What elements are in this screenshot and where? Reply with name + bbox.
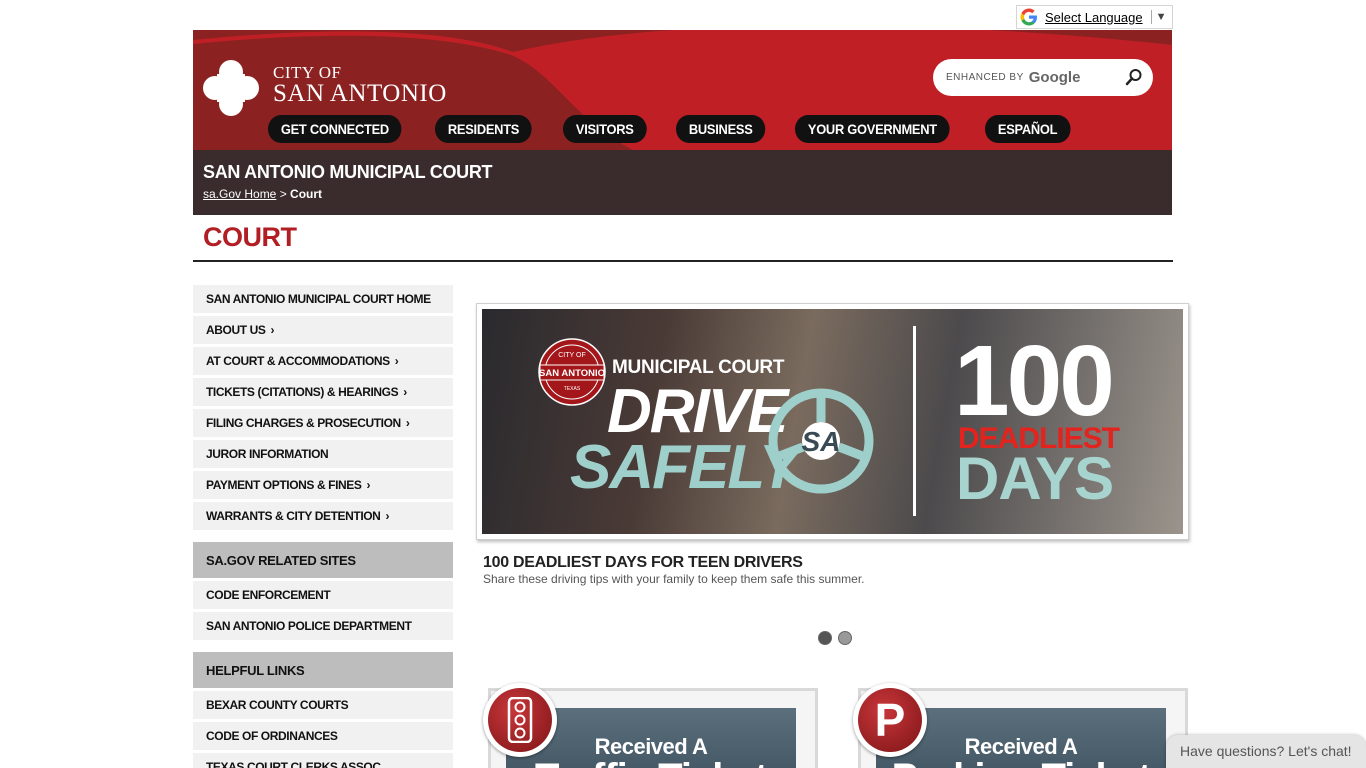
sidebar-item-label: PAYMENT OPTIONS & FINES	[206, 478, 362, 492]
slide-caption-title[interactable]: 100 DEADLIEST DAYS FOR TEEN DRIVERS	[483, 554, 803, 572]
sidebar-item-label: FILING CHARGES & PROSECUTION	[206, 416, 401, 430]
chevron-right-icon: ›	[385, 509, 390, 523]
sidebar-item-label: AT COURT & ACCOMMODATIONS	[206, 354, 390, 368]
page-title: COURT	[203, 222, 297, 252]
slide-days-text: DAYS	[956, 445, 1114, 512]
breadcrumb: sa.Gov Home > Court	[203, 187, 322, 201]
separator	[1150, 10, 1152, 24]
chevron-right-icon: ›	[366, 478, 371, 492]
breadcrumb-current: Court	[290, 187, 323, 201]
parking-badge: P	[853, 683, 927, 757]
sidebar-item-texas-court-clerks[interactable]: TEXAS COURT CLERKS ASSOC	[193, 753, 453, 768]
sidebar-item-label: SAN ANTONIO MUNICIPAL COURT HOME	[206, 292, 431, 306]
sidebar-item-label: ABOUT US	[206, 323, 266, 337]
sidebar-group-related-sites: SA.GOV RELATED SITES	[193, 542, 453, 578]
chevron-right-icon: ›	[394, 354, 399, 368]
city-logo-text[interactable]: CITY OF SAN ANTONIO	[273, 63, 447, 108]
nav-business[interactable]: BUSINESS	[675, 115, 766, 143]
seal-top-text: CITY OF	[558, 352, 585, 359]
hero-slide-image[interactable]: CITY OF SAN ANTONIO TEXAS MUNICIPAL COUR…	[482, 309, 1183, 534]
logo-line-2: SAN ANTONIO	[273, 80, 447, 107]
card-line-2: Parking Ticket	[876, 756, 1166, 768]
sidebar-item-code-enforcement[interactable]: CODE ENFORCEMENT	[193, 581, 453, 609]
sidebar-item-label: TICKETS (CITATIONS) & HEARINGS	[206, 385, 399, 399]
title-band: SAN ANTONIO MUNICIPAL COURT sa.Gov Home …	[193, 150, 1172, 215]
slide-caption-subtitle: Share these driving tips with your famil…	[483, 572, 865, 586]
sidebar-item-tickets[interactable]: TICKETS (CITATIONS) & HEARINGS ›	[193, 378, 453, 406]
steering-wheel-icon: SA	[768, 388, 874, 494]
chevron-right-icon: ›	[405, 416, 410, 430]
traffic-ticket-card[interactable]: Received A Traffic Ticket	[483, 683, 818, 768]
city-logo-icon[interactable]	[203, 60, 259, 116]
chevron-right-icon: ›	[270, 323, 275, 337]
chevron-right-icon: ›	[403, 385, 407, 399]
sidebar: SAN ANTONIO MUNICIPAL COURT HOME ABOUT U…	[193, 285, 453, 768]
page: Select Language ▼ CITY OF SAN ANTONIO EN…	[0, 0, 1366, 768]
sidebar-item-court-home[interactable]: SAN ANTONIO MUNICIPAL COURT HOME	[193, 285, 453, 313]
main-nav: GET CONNECTED RESIDENTS VISITORS BUSINES…	[268, 115, 1100, 143]
google-wordmark: Google	[1028, 69, 1081, 86]
parking-p-icon: P	[858, 688, 922, 752]
department-title: SAN ANTONIO MUNICIPAL COURT	[203, 162, 493, 182]
slide-safely-text: SAFELY	[570, 433, 800, 502]
sidebar-item-warrants[interactable]: WARRANTS & CITY DETENTION ›	[193, 502, 453, 530]
nav-visitors[interactable]: VISITORS	[562, 115, 647, 143]
breadcrumb-home-link[interactable]: sa.Gov Home	[203, 187, 276, 201]
sidebar-item-payment-options[interactable]: PAYMENT OPTIONS & FINES ›	[193, 471, 453, 499]
breadcrumb-separator: >	[276, 187, 291, 201]
sidebar-item-at-court[interactable]: AT COURT & ACCOMMODATIONS ›	[193, 347, 453, 375]
sidebar-item-code-of-ordinances[interactable]: CODE OF ORDINANCES	[193, 722, 453, 750]
slider-dot-2[interactable]	[838, 631, 852, 645]
traffic-light-badge	[483, 683, 557, 757]
sidebar-item-label: WARRANTS & CITY DETENTION	[206, 509, 381, 523]
nav-get-connected[interactable]: GET CONNECTED	[268, 115, 402, 143]
site-header: CITY OF SAN ANTONIO ENHANCED BY Google G…	[193, 30, 1172, 150]
wheel-sa-text: SA	[802, 426, 841, 457]
sidebar-item-filing-charges[interactable]: FILING CHARGES & PROSECUTION ›	[193, 409, 453, 437]
sidebar-item-about-us[interactable]: ABOUT US ›	[193, 316, 453, 344]
city-seal-icon: CITY OF SAN ANTONIO TEXAS	[538, 338, 606, 406]
hero-slider[interactable]: CITY OF SAN ANTONIO TEXAS MUNICIPAL COUR…	[476, 303, 1189, 540]
language-selector[interactable]: Select Language ▼	[1016, 5, 1173, 29]
chat-button[interactable]: Have questions? Let's chat!	[1166, 735, 1366, 768]
search-icon[interactable]	[1125, 68, 1143, 86]
sidebar-group-helpful-links: HELPFUL LINKS	[193, 652, 453, 688]
dropdown-arrow-icon[interactable]: ▼	[1156, 11, 1167, 23]
sidebar-item-label: JUROR INFORMATION	[206, 447, 329, 461]
slide-municipal-court: MUNICIPAL COURT	[612, 357, 785, 378]
slide-100-text: 100	[954, 325, 1115, 437]
seal-mid-text: SAN ANTONIO	[539, 368, 605, 379]
slider-dot-1[interactable]	[818, 631, 832, 645]
parking-ticket-card[interactable]: Received A Parking Ticket P	[853, 683, 1188, 768]
language-label[interactable]: Select Language	[1045, 10, 1143, 25]
sidebar-item-police-department[interactable]: SAN ANTONIO POLICE DEPARTMENT	[193, 612, 453, 640]
traffic-light-icon	[507, 697, 533, 743]
sidebar-item-juror-information[interactable]: JUROR INFORMATION	[193, 440, 453, 468]
title-divider	[193, 260, 1173, 262]
slider-pagination	[818, 631, 852, 645]
google-g-icon	[1020, 8, 1037, 26]
search-box[interactable]: ENHANCED BY Google	[933, 59, 1153, 96]
nav-espanol[interactable]: ESPAÑOL	[984, 115, 1071, 143]
search-enhanced-label: ENHANCED BY	[946, 72, 1024, 83]
sidebar-item-bexar-county-courts[interactable]: BEXAR COUNTY COURTS	[193, 691, 453, 719]
nav-residents[interactable]: RESIDENTS	[435, 115, 533, 143]
nav-your-government[interactable]: YOUR GOVERNMENT	[794, 115, 950, 143]
slide-divider	[913, 326, 916, 516]
card-line-2: Traffic Ticket	[506, 756, 796, 768]
seal-bottom-text: TEXAS	[564, 386, 581, 392]
